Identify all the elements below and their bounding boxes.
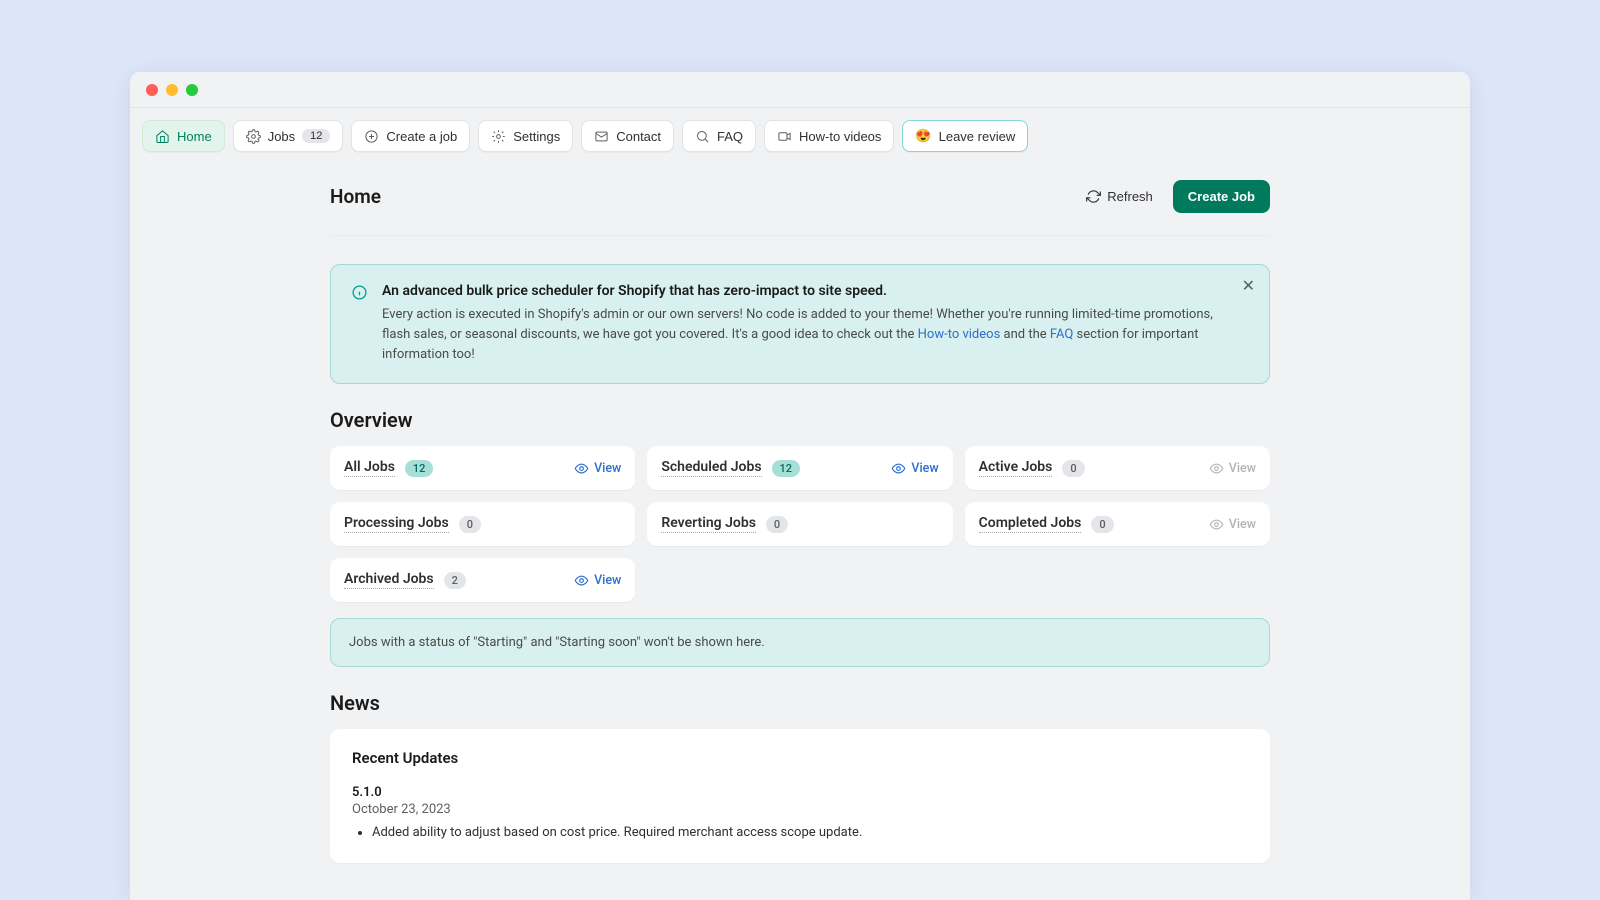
- card-processing-jobs-count: 0: [459, 516, 481, 533]
- nav-jobs-label: Jobs: [268, 129, 295, 144]
- card-all-jobs: All Jobs 12 View: [330, 446, 635, 490]
- traffic-lights: [146, 84, 198, 96]
- page-title: Home: [330, 185, 381, 208]
- news-card: Recent Updates 5.1.0 October 23, 2023 Ad…: [330, 729, 1270, 863]
- banner-link-howto[interactable]: How-to videos: [918, 327, 1001, 342]
- search-icon: [695, 129, 710, 144]
- card-archived-jobs: Archived Jobs 2 View: [330, 558, 635, 602]
- nav-jobs[interactable]: Jobs 12: [233, 120, 344, 152]
- card-scheduled-jobs-label: Scheduled Jobs: [661, 459, 761, 477]
- card-active-jobs-view: View: [1209, 461, 1256, 476]
- nav-bar: Home Jobs 12 Create a job Settings Conta…: [130, 108, 1470, 164]
- card-scheduled-jobs-count: 12: [772, 460, 801, 477]
- card-archived-jobs-label: Archived Jobs: [344, 571, 434, 589]
- overview-note: Jobs with a status of "Starting" and "St…: [330, 618, 1270, 667]
- card-completed-jobs-view: View: [1209, 517, 1256, 532]
- refresh-icon: [1086, 189, 1101, 204]
- eye-icon: [891, 461, 906, 476]
- title-bar: [130, 72, 1470, 108]
- card-archived-jobs-count: 2: [444, 572, 466, 589]
- news-heading: News: [330, 691, 1270, 715]
- nav-settings-label: Settings: [513, 129, 560, 144]
- eye-icon: [1209, 517, 1224, 532]
- banner-link-faq[interactable]: FAQ: [1050, 327, 1073, 342]
- card-completed-jobs-label: Completed Jobs: [979, 515, 1082, 533]
- card-processing-jobs: Processing Jobs 0: [330, 502, 635, 546]
- card-active-jobs: Active Jobs 0 View: [965, 446, 1270, 490]
- nav-review[interactable]: 😍 Leave review: [902, 120, 1028, 152]
- card-reverting-jobs-count: 0: [766, 516, 788, 533]
- eye-icon: [574, 461, 589, 476]
- app-window: Home Jobs 12 Create a job Settings Conta…: [130, 72, 1470, 900]
- banner-content: An advanced bulk price scheduler for Sho…: [382, 283, 1249, 365]
- card-completed-jobs: Completed Jobs 0 View: [965, 502, 1270, 546]
- card-active-jobs-label: Active Jobs: [979, 459, 1053, 477]
- card-all-jobs-label: All Jobs: [344, 459, 395, 477]
- card-scheduled-jobs-view[interactable]: View: [891, 461, 938, 476]
- nav-contact-label: Contact: [616, 129, 661, 144]
- window-close[interactable]: [146, 84, 158, 96]
- banner-text-b: and the: [1000, 327, 1050, 342]
- overview-heading: Overview: [330, 408, 1270, 432]
- nav-create-job[interactable]: Create a job: [351, 120, 470, 152]
- nav-contact[interactable]: Contact: [581, 120, 674, 152]
- page-header: Home Refresh Create Job: [330, 164, 1270, 236]
- news-date: October 23, 2023: [352, 802, 1248, 817]
- news-version: 5.1.0: [352, 785, 1248, 800]
- refresh-label: Refresh: [1107, 189, 1153, 204]
- nav-faq[interactable]: FAQ: [682, 120, 756, 152]
- window-minimize[interactable]: [166, 84, 178, 96]
- overview-grid: All Jobs 12 View Scheduled Jobs 12 View: [330, 446, 1270, 602]
- card-completed-jobs-count: 0: [1091, 516, 1113, 533]
- gift-icon: 😍: [915, 128, 931, 144]
- mail-icon: [594, 129, 609, 144]
- card-scheduled-jobs: Scheduled Jobs 12 View: [647, 446, 952, 490]
- header-actions: Refresh Create Job: [1076, 180, 1270, 213]
- card-reverting-jobs-label: Reverting Jobs: [661, 515, 756, 533]
- nav-howto-label: How-to videos: [799, 129, 881, 144]
- news-list: Added ability to adjust based on cost pr…: [352, 823, 1248, 843]
- nav-settings[interactable]: Settings: [478, 120, 573, 152]
- card-reverting-jobs: Reverting Jobs 0: [647, 502, 952, 546]
- page-content: Home Refresh Create Job An advanced bulk…: [130, 164, 1470, 863]
- banner-close-button[interactable]: ✕: [1242, 279, 1255, 295]
- news-card-heading: Recent Updates: [352, 749, 1248, 767]
- create-job-button[interactable]: Create Job: [1173, 180, 1270, 213]
- news-item: Added ability to adjust based on cost pr…: [372, 823, 1248, 843]
- banner-text: Every action is executed in Shopify's ad…: [382, 305, 1229, 365]
- refresh-button[interactable]: Refresh: [1076, 181, 1163, 212]
- nav-faq-label: FAQ: [717, 129, 743, 144]
- plus-circle-icon: [364, 129, 379, 144]
- card-processing-jobs-label: Processing Jobs: [344, 515, 449, 533]
- card-active-jobs-count: 0: [1062, 460, 1084, 477]
- window-maximize[interactable]: [186, 84, 198, 96]
- card-all-jobs-count: 12: [405, 460, 434, 477]
- banner-title: An advanced bulk price scheduler for Sho…: [382, 283, 1229, 299]
- nav-jobs-badge: 12: [302, 129, 330, 143]
- nav-home[interactable]: Home: [142, 120, 225, 152]
- home-icon: [155, 129, 170, 144]
- eye-icon: [574, 573, 589, 588]
- gear-icon: [246, 129, 261, 144]
- video-icon: [777, 129, 792, 144]
- info-icon: [351, 283, 368, 365]
- nav-home-label: Home: [177, 129, 212, 144]
- eye-icon: [1209, 461, 1224, 476]
- card-archived-jobs-view[interactable]: View: [574, 573, 621, 588]
- info-banner: An advanced bulk price scheduler for Sho…: [330, 264, 1270, 384]
- nav-create-job-label: Create a job: [386, 129, 457, 144]
- settings-icon: [491, 129, 506, 144]
- nav-review-label: Leave review: [939, 129, 1016, 144]
- nav-howto[interactable]: How-to videos: [764, 120, 894, 152]
- card-all-jobs-view[interactable]: View: [574, 461, 621, 476]
